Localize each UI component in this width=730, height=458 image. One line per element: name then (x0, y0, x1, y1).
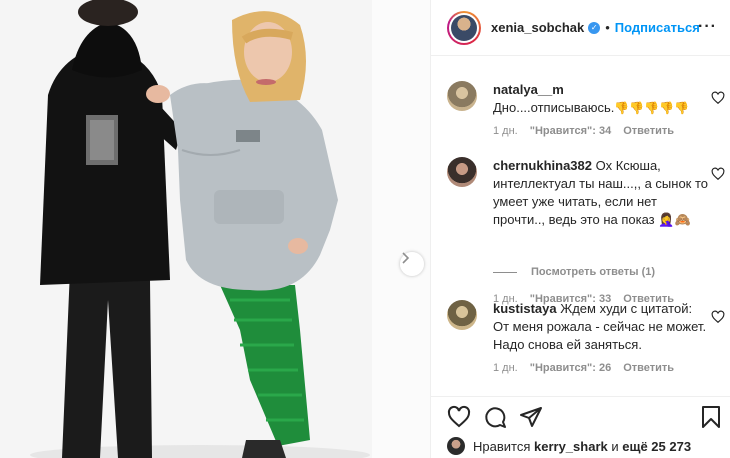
author-avatar[interactable] (447, 10, 481, 45)
heart-icon[interactable] (711, 167, 725, 181)
comments-list[interactable]: natalya__m Дно....отписываюсь.👎👎👎👎👎 1 дн… (431, 57, 730, 396)
commenter-avatar[interactable] (447, 157, 477, 187)
heart-icon[interactable] (711, 310, 725, 324)
next-photo-button[interactable] (400, 252, 424, 276)
replies-divider (493, 271, 517, 273)
view-replies-button[interactable]: Посмотреть ответы (1) (493, 266, 655, 278)
comment-text-block: kustistaya Ждем худи с цитатой: От меня … (493, 300, 708, 354)
liker-avatar[interactable] (447, 437, 465, 455)
post-details-panel: xenia_sobchak ✓ • Подписаться ··· nataly… (430, 0, 730, 458)
commenter-username[interactable]: kustistaya (493, 301, 557, 316)
post-photo[interactable] (0, 0, 430, 458)
heart-icon[interactable] (711, 91, 725, 105)
commenter-avatar[interactable] (447, 300, 477, 330)
likes-count[interactable]: ещё 25 273 (622, 439, 691, 454)
commenter-username[interactable]: chernukhina382 (493, 158, 592, 173)
commenter-avatar[interactable] (447, 81, 477, 111)
liked-by: Нравится kerry_shark и ещё 25 273 (447, 436, 691, 456)
comment-age: 1 дн. (493, 362, 518, 374)
comment-likes[interactable]: "Нравится": 34 (530, 125, 611, 137)
verified-badge-icon: ✓ (588, 21, 601, 34)
bookmark-icon[interactable] (699, 405, 723, 429)
share-icon[interactable] (519, 405, 543, 429)
comment-text-block: natalya__m Дно....отписываюсь.👎👎👎👎👎 (493, 81, 708, 117)
comment-emoji: 🤦‍♀️🙈 (658, 212, 691, 227)
comment-text: Дно....отписываюсь. (493, 100, 615, 115)
view-replies-label: Посмотреть ответы (1) (531, 266, 656, 278)
liked-by-prefix: Нравится (473, 438, 531, 454)
reply-button[interactable]: Ответить (623, 362, 674, 374)
comment-age: 1 дн. (493, 125, 518, 137)
like-heart-icon[interactable] (447, 405, 471, 429)
author-username[interactable]: xenia_sobchak (491, 20, 584, 35)
photo-illustration (0, 0, 430, 458)
post-header: xenia_sobchak ✓ • Подписаться ··· (431, 0, 730, 56)
comment-text-block: chernukhina382 Ох Ксюша, интеллектуал ты… (493, 157, 708, 229)
action-bar (431, 396, 730, 436)
liked-by-and: и (611, 438, 619, 454)
separator-dot: • (605, 20, 610, 35)
chevron-right-icon (402, 252, 410, 264)
comment-emoji: 👎👎👎👎👎 (614, 101, 690, 115)
comment-item: kustistaya Ждем худи с цитатой: От меня … (447, 300, 725, 390)
liked-by-user[interactable]: kerry_shark (534, 439, 608, 454)
follow-button[interactable]: Подписаться (615, 20, 700, 35)
comment-likes[interactable]: "Нравится": 26 (530, 362, 611, 374)
commenter-username[interactable]: natalya__m (493, 82, 564, 97)
comment-icon[interactable] (483, 405, 507, 429)
comment-meta: 1 дн. "Нравится": 26 Ответить (493, 362, 674, 374)
more-icon[interactable]: ··· (698, 18, 717, 36)
comment-meta: 1 дн. "Нравится": 34 Ответить (493, 125, 674, 137)
comment-item: chernukhina382 Ох Ксюша, интеллектуал ты… (447, 157, 725, 305)
comment-item: natalya__m Дно....отписываюсь.👎👎👎👎👎 1 дн… (447, 81, 725, 161)
reply-button[interactable]: Ответить (623, 125, 674, 137)
